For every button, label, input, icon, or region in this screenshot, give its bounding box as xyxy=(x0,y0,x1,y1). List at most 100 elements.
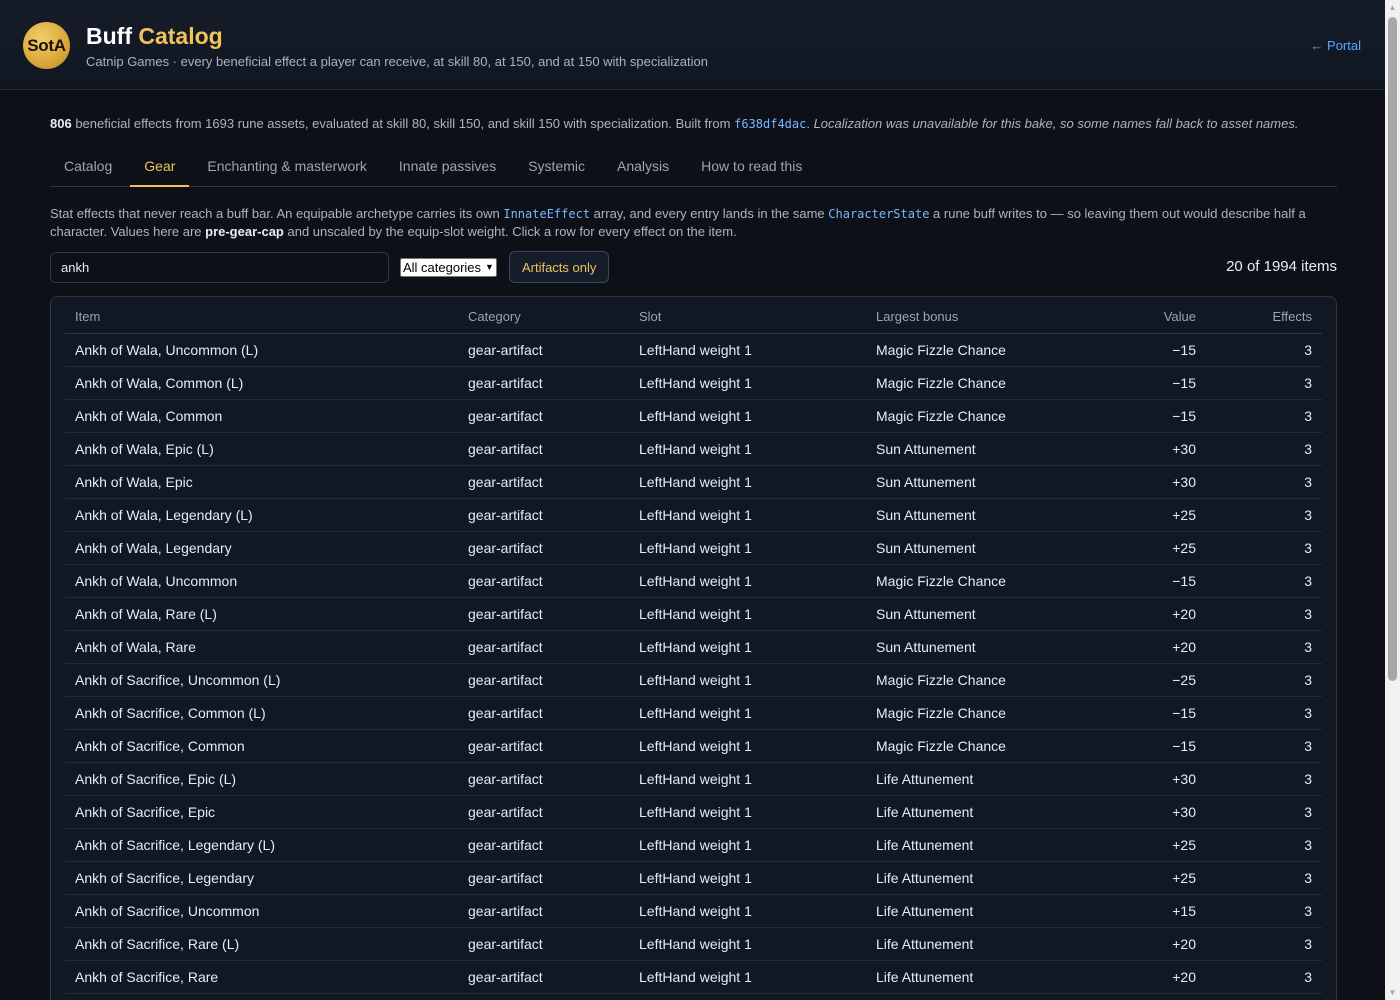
cell-slot: LeftHand weight 1 xyxy=(629,696,866,730)
localization-note: Localization was unavailable for this ba… xyxy=(813,116,1299,131)
table-row[interactable]: Ankh of Sacrifice, Legendary (L) gear-art… xyxy=(65,828,1322,862)
table-row[interactable]: Ankh of Sacrifice, Epic gear-artifact Left… xyxy=(65,795,1322,829)
items-table: Item Category Slot Largest bonus Value E… xyxy=(65,297,1322,994)
table-row[interactable]: Ankh of Wala, Epic (L) gear-artifact LeftH… xyxy=(65,432,1322,466)
table-row[interactable]: Ankh of Wala, Uncommon gear-artifact LeftH… xyxy=(65,564,1322,598)
desc-code-innate-effect: InnateEffect xyxy=(503,207,591,221)
cell-largest-bonus: Life Attunement xyxy=(866,795,1086,829)
cell-slot: LeftHand weight 1 xyxy=(629,333,866,367)
items-table-container: Item Category Slot Largest bonus Value E… xyxy=(50,296,1337,1000)
cell-item: Ankh of Sacrifice, Common (L) xyxy=(65,696,458,730)
cell-item: Ankh of Sacrifice, Uncommon (L) xyxy=(65,663,458,697)
title-main: Buff xyxy=(86,23,132,49)
cell-value: −15 xyxy=(1086,333,1206,367)
commit-hash: f638df4dac xyxy=(734,117,807,131)
page-title: Buff Catalog xyxy=(86,23,223,50)
header-effects[interactable]: Effects xyxy=(1206,297,1322,334)
chevron-down-icon: ▼ xyxy=(485,262,494,272)
cell-slot: LeftHand weight 1 xyxy=(629,531,866,565)
cell-largest-bonus: Magic Fizzle Chance xyxy=(866,663,1086,697)
table-row[interactable]: Ankh of Wala, Common gear-artifact LeftHan… xyxy=(65,399,1322,433)
page-subtitle: Catnip Games · every beneficial effect a… xyxy=(86,54,708,69)
cell-item: Ankh of Wala, Rare (L) xyxy=(65,597,458,631)
header-slot[interactable]: Slot xyxy=(629,297,866,334)
table-row[interactable]: Ankh of Sacrifice, Uncommon (L) gear-arti… xyxy=(65,663,1322,697)
cell-value: +20 xyxy=(1086,597,1206,631)
table-row[interactable]: Ankh of Sacrifice, Epic (L) gear-artifact… xyxy=(65,762,1322,796)
cell-effects: 3 xyxy=(1206,828,1322,862)
scroll-up-arrow-icon[interactable]: ▲ xyxy=(1385,0,1400,15)
table-row[interactable]: Ankh of Wala, Legendary gear-artifact Left… xyxy=(65,531,1322,565)
tab-gear[interactable]: Gear xyxy=(130,149,190,187)
cell-effects: 3 xyxy=(1206,762,1322,796)
cell-item: Ankh of Sacrifice, Legendary (L) xyxy=(65,828,458,862)
table-row[interactable]: Ankh of Sacrifice, Uncommon gear-artifact… xyxy=(65,894,1322,928)
gear-description: Stat effects that never reach a buff bar… xyxy=(50,205,1337,241)
header-largest-bonus[interactable]: Largest bonus xyxy=(866,297,1086,334)
search-input[interactable] xyxy=(50,251,389,283)
tab-catalog[interactable]: Catalog xyxy=(50,149,126,187)
cell-category: gear-artifact xyxy=(458,729,629,763)
cell-value: −25 xyxy=(1086,663,1206,697)
cell-slot: LeftHand weight 1 xyxy=(629,762,866,796)
cell-largest-bonus: Sun Attunement xyxy=(866,498,1086,532)
table-row[interactable]: Ankh of Wala, Rare gear-artifact LeftHand … xyxy=(65,630,1322,664)
cell-value: −15 xyxy=(1086,696,1206,730)
page-header: SotA Buff Catalog Catnip Games · every b… xyxy=(0,0,1385,90)
table-row[interactable]: Ankh of Sacrifice, Legendary gear-artifac… xyxy=(65,861,1322,895)
table-body: Ankh of Wala, Uncommon (L) gear-artifact L… xyxy=(65,333,1322,994)
cell-item: Ankh of Wala, Epic (L) xyxy=(65,432,458,466)
cell-effects: 3 xyxy=(1206,696,1322,730)
header-category[interactable]: Category xyxy=(458,297,629,334)
portal-link[interactable]: ← Portal xyxy=(1310,38,1361,53)
cell-item: Ankh of Wala, Uncommon (L) xyxy=(65,333,458,367)
table-row[interactable]: Ankh of Wala, Common (L) gear-artifact Lef… xyxy=(65,366,1322,400)
page-scrollbar[interactable]: ▲ ▼ xyxy=(1385,0,1400,1000)
table-row[interactable]: Ankh of Wala, Rare (L) gear-artifact LeftH… xyxy=(65,597,1322,631)
artifacts-only-button[interactable]: Artifacts only xyxy=(508,251,610,283)
table-row[interactable]: Ankh of Wala, Uncommon (L) gear-artifact L… xyxy=(65,333,1322,367)
tab-enchanting-masterwork[interactable]: Enchanting & masterwork xyxy=(193,149,381,187)
tab-innate-passives[interactable]: Innate passives xyxy=(385,149,510,187)
tab-systemic[interactable]: Systemic xyxy=(514,149,599,187)
tab-how-to-read[interactable]: How to read this xyxy=(687,149,816,187)
table-row[interactable]: Ankh of Sacrifice, Common (L) gear-artifa… xyxy=(65,696,1322,730)
table-row[interactable]: Ankh of Sacrifice, Rare gear-artifact Left… xyxy=(65,960,1322,994)
scrollbar-thumb[interactable] xyxy=(1388,17,1397,681)
desc-text-1: Stat effects that never reach a buff bar… xyxy=(50,206,504,221)
table-row[interactable]: Ankh of Sacrifice, Rare (L) gear-artifact… xyxy=(65,927,1322,961)
cell-category: gear-artifact xyxy=(458,366,629,400)
cell-category: gear-artifact xyxy=(458,465,629,499)
cell-category: gear-artifact xyxy=(458,861,629,895)
cell-value: +25 xyxy=(1086,531,1206,565)
cell-item: Ankh of Wala, Legendary (L) xyxy=(65,498,458,532)
cell-value: +30 xyxy=(1086,795,1206,829)
desc-code-character-state: CharacterState xyxy=(828,207,930,221)
cell-effects: 3 xyxy=(1206,333,1322,367)
tab-analysis[interactable]: Analysis xyxy=(603,149,683,187)
cell-slot: LeftHand weight 1 xyxy=(629,828,866,862)
cell-item: Ankh of Sacrifice, Epic xyxy=(65,795,458,829)
table-row[interactable]: Ankh of Wala, Legendary (L) gear-artifact… xyxy=(65,498,1322,532)
table-row[interactable]: Ankh of Wala, Epic gear-artifact LeftHand … xyxy=(65,465,1322,499)
cell-category: gear-artifact xyxy=(458,894,629,928)
cell-category: gear-artifact xyxy=(458,795,629,829)
header-item[interactable]: Item xyxy=(65,297,458,334)
header-value[interactable]: Value xyxy=(1086,297,1206,334)
filter-controls: All categories ▼ Artifacts only 20 of 19… xyxy=(50,251,1337,283)
sota-logo[interactable]: SotA xyxy=(23,22,70,69)
table-row[interactable]: Ankh of Sacrifice, Common gear-artifact Le… xyxy=(65,729,1322,763)
desc-text-2: array, and every entry lands in the same xyxy=(590,206,829,221)
cell-slot: LeftHand weight 1 xyxy=(629,432,866,466)
category-select[interactable]: All categories ▼ xyxy=(400,257,497,277)
cell-slot: LeftHand weight 1 xyxy=(629,795,866,829)
scroll-down-arrow-icon[interactable]: ▼ xyxy=(1385,985,1400,1000)
cell-value: +20 xyxy=(1086,960,1206,994)
cell-largest-bonus: Magic Fizzle Chance xyxy=(866,564,1086,598)
cell-largest-bonus: Magic Fizzle Chance xyxy=(866,399,1086,433)
cell-effects: 3 xyxy=(1206,927,1322,961)
desc-text-4: and unscaled by the equip-slot weight. C… xyxy=(283,224,737,239)
cell-category: gear-artifact xyxy=(458,927,629,961)
cell-category: gear-artifact xyxy=(458,762,629,796)
cell-category: gear-artifact xyxy=(458,399,629,433)
